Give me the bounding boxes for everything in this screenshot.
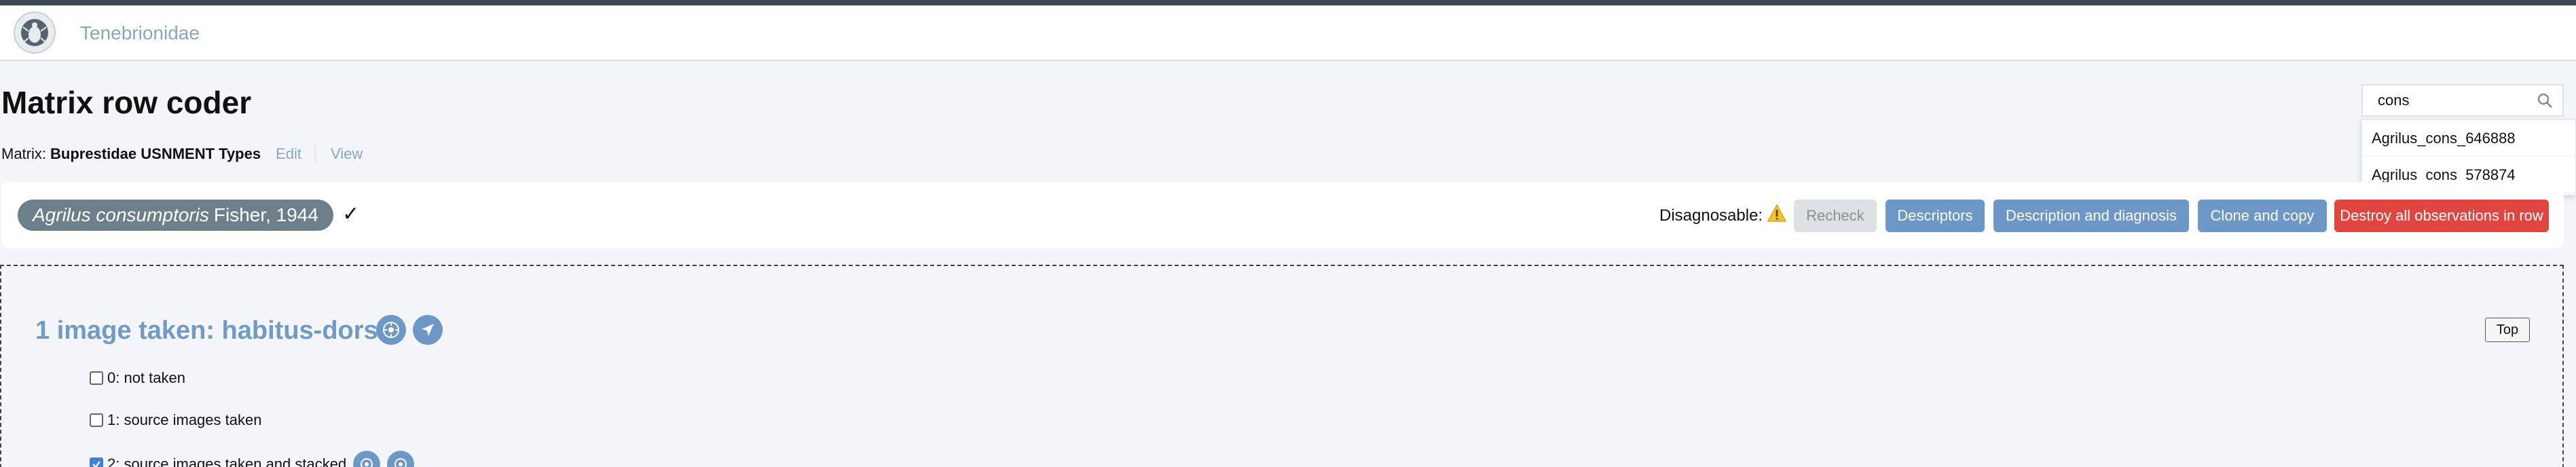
diagnosable-label: Disagnosable: bbox=[1659, 206, 1763, 225]
top-accent-bar bbox=[0, 0, 2576, 5]
otu-badge[interactable]: Agrilus consumptoris Fisher, 1944 bbox=[18, 200, 333, 231]
state-label: 1: source images taken bbox=[107, 411, 262, 428]
descriptor-title: 1 image taken: habitus-dorsal bbox=[35, 316, 400, 345]
matrix-edit-link[interactable]: Edit bbox=[276, 145, 301, 163]
clone-copy-button[interactable]: Clone and copy bbox=[2198, 200, 2327, 232]
search-icon[interactable] bbox=[2537, 92, 2553, 109]
page-title: Matrix row coder bbox=[1, 85, 252, 120]
state-option[interactable]: 2: source images taken and stacked bbox=[90, 451, 415, 467]
state-checkbox[interactable] bbox=[90, 371, 103, 385]
checkmark-icon: ✓ bbox=[342, 203, 360, 225]
divider bbox=[315, 145, 316, 163]
search-input[interactable] bbox=[2361, 84, 2564, 117]
state-option[interactable]: 1: source images taken bbox=[90, 411, 261, 429]
descriptors-button[interactable]: Descriptors bbox=[1885, 200, 1985, 232]
matrix-view-link[interactable]: View bbox=[331, 145, 363, 163]
state-label: 2: source images taken and stacked bbox=[107, 455, 347, 467]
matrix-name: Buprestidae USNMENT Types bbox=[50, 145, 261, 162]
navbar: Tenebrionidae bbox=[0, 5, 2576, 61]
warning-icon bbox=[1767, 204, 1787, 222]
descriptor-section: 1 image taken: habitus-dorsal Top 0: not… bbox=[0, 265, 2564, 467]
state-option[interactable]: 0: not taken bbox=[90, 369, 185, 387]
matrix-info: Matrix: Buprestidae USNMENT Types Edit V… bbox=[1, 145, 363, 163]
description-diagnosis-button[interactable]: Description and diagnosis bbox=[1993, 200, 2189, 232]
matrix-label: Matrix: bbox=[1, 145, 46, 162]
search-result-item[interactable]: Agrilus_cons_646888 bbox=[2362, 120, 2575, 157]
otu-search bbox=[2361, 84, 2564, 117]
project-name[interactable]: Tenebrionidae bbox=[80, 22, 200, 44]
otu-scientific-name: Agrilus consumptoris bbox=[33, 204, 209, 225]
recheck-button[interactable]: Recheck bbox=[1794, 200, 1877, 232]
state-label: 0: not taken bbox=[107, 369, 185, 386]
row-header-panel: Agrilus consumptoris Fisher, 1944 ✓ Disa… bbox=[1, 182, 2564, 248]
image-icon[interactable] bbox=[387, 451, 415, 467]
otu-author: Fisher, 1944 bbox=[213, 204, 318, 225]
destroy-observations-button[interactable]: Destroy all observations in row bbox=[2334, 200, 2549, 232]
state-checkbox-checked[interactable] bbox=[90, 457, 103, 467]
image-icon[interactable] bbox=[353, 451, 381, 467]
image-icon[interactable] bbox=[376, 315, 406, 345]
navigate-icon[interactable] bbox=[413, 315, 443, 345]
top-button[interactable]: Top bbox=[2485, 318, 2530, 342]
state-checkbox[interactable] bbox=[90, 413, 103, 427]
beetle-logo-icon[interactable] bbox=[14, 12, 56, 54]
